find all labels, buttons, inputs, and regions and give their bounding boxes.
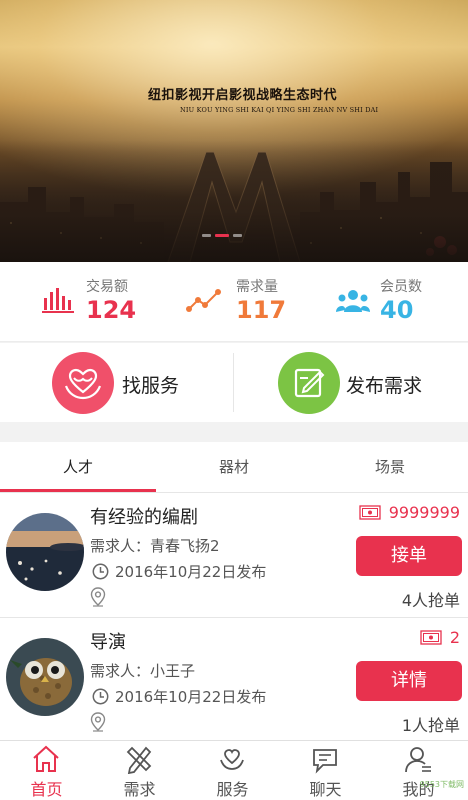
stat-value: 124 xyxy=(86,296,137,324)
clock-icon xyxy=(92,688,109,705)
user-icon xyxy=(405,747,431,773)
post-request-button[interactable]: 发布需求 xyxy=(234,343,467,422)
watermark: 9553下载网 xyxy=(419,780,464,789)
accept-order-button[interactable]: 接单 xyxy=(356,536,462,576)
item-requester: 需求人：小王子 xyxy=(90,662,196,680)
tab-scene[interactable]: 场景 xyxy=(312,442,468,492)
banner-slogan-pinyin: NIU KOU YING SHI KAI QI YING SHI ZHAN NV… xyxy=(180,106,379,114)
item-price-value: 9999999 xyxy=(388,503,460,522)
nav-label: 服务 xyxy=(216,780,249,799)
banner-haze xyxy=(0,140,468,262)
trend-line-icon xyxy=(186,289,221,312)
request-list: 有经验的编剧 需求人：青春飞扬2 2016年10月22日发布 9999999 接… xyxy=(0,493,468,740)
quick-actions: 找服务 发布需求 xyxy=(0,343,468,422)
list-item[interactable]: 有经验的编剧 需求人：青春飞扬2 2016年10月22日发布 9999999 接… xyxy=(0,493,468,616)
stat-label: 会员数 xyxy=(380,279,422,295)
stat-label: 交易额 xyxy=(86,279,128,295)
tab-equipment[interactable]: 器材 xyxy=(156,442,312,492)
nav-label: 首页 xyxy=(30,780,63,799)
stat-value: 117 xyxy=(236,296,287,324)
pencil-ruler-icon xyxy=(126,746,152,774)
item-price: 2 xyxy=(420,628,460,647)
carousel-dot-active xyxy=(215,234,229,237)
item-price: 9999999 xyxy=(359,503,460,522)
nav-mine[interactable]: 我的 xyxy=(372,741,465,800)
category-tabs: 人才 器材 场景 xyxy=(0,442,468,493)
nav-label: 聊天 xyxy=(309,780,342,799)
edit-note-icon xyxy=(278,352,340,414)
item-title: 有经验的编剧 xyxy=(90,507,198,528)
carousel-dot xyxy=(202,234,211,237)
details-button[interactable]: 详情 xyxy=(356,661,462,701)
carousel-dot xyxy=(233,234,242,237)
clock-icon xyxy=(92,563,109,580)
item-date-row: 2016年10月22日发布 xyxy=(92,686,266,707)
bottom-nav: 首页 需求 服务 聊天 我的 9553下载网 xyxy=(0,740,468,800)
seaside-sunset-avatar xyxy=(6,513,84,591)
tab-active-underline xyxy=(0,489,156,492)
cartoon-owl-avatar xyxy=(6,638,84,716)
stat-value: 40 xyxy=(380,296,414,324)
stat-members: 会员数 40 xyxy=(312,262,468,342)
post-request-label: 发布需求 xyxy=(346,375,423,397)
nav-chat[interactable]: 聊天 xyxy=(279,741,372,800)
home-icon xyxy=(33,745,59,772)
bar-chart-icon xyxy=(42,288,74,313)
heart-hand-icon xyxy=(52,352,114,414)
location-pin-icon xyxy=(90,712,106,732)
list-item[interactable]: 导演 需求人：小王子 2016年10月22日发布 2 详情 1人抢单 xyxy=(0,617,468,740)
heart-hand-icon xyxy=(220,749,244,770)
stat-transaction: 交易额 124 xyxy=(0,262,156,342)
item-requester: 需求人：青春飞扬2 xyxy=(90,537,220,555)
money-icon xyxy=(420,630,442,645)
location-pin-icon xyxy=(90,587,106,607)
find-service-label: 找服务 xyxy=(122,375,180,397)
banner-carousel[interactable]: 纽扣影视开启影视战略生态时代 NIU KOU YING SHI KAI QI Y… xyxy=(0,0,468,262)
nav-services[interactable]: 服务 xyxy=(186,741,279,800)
nav-home[interactable]: 首页 xyxy=(0,741,93,800)
nav-label: 需求 xyxy=(123,780,156,799)
item-date: 2016年10月22日发布 xyxy=(115,563,267,581)
item-date-row: 2016年10月22日发布 xyxy=(92,561,266,582)
tab-talent[interactable]: 人才 xyxy=(0,442,156,492)
chat-bubble-icon xyxy=(313,749,337,774)
banner-slogan: 纽扣影视开启影视战略生态时代 xyxy=(148,88,338,103)
money-icon xyxy=(359,505,381,520)
stat-label: 需求量 xyxy=(236,279,278,295)
item-grab-count: 4人抢单 xyxy=(401,591,460,610)
nav-requests[interactable]: 需求 xyxy=(93,741,186,800)
item-title: 导演 xyxy=(90,632,126,653)
find-service-button[interactable]: 找服务 xyxy=(0,343,233,422)
item-price-value: 2 xyxy=(449,628,460,647)
stats-bar: 交易额 124 需求量 117 会员数 40 xyxy=(0,262,468,342)
members-icon xyxy=(336,290,370,312)
item-grab-count: 1人抢单 xyxy=(401,716,460,735)
item-date: 2016年10月22日发布 xyxy=(115,688,267,706)
carousel-indicator xyxy=(202,234,242,237)
stat-demand: 需求量 117 xyxy=(156,262,312,342)
